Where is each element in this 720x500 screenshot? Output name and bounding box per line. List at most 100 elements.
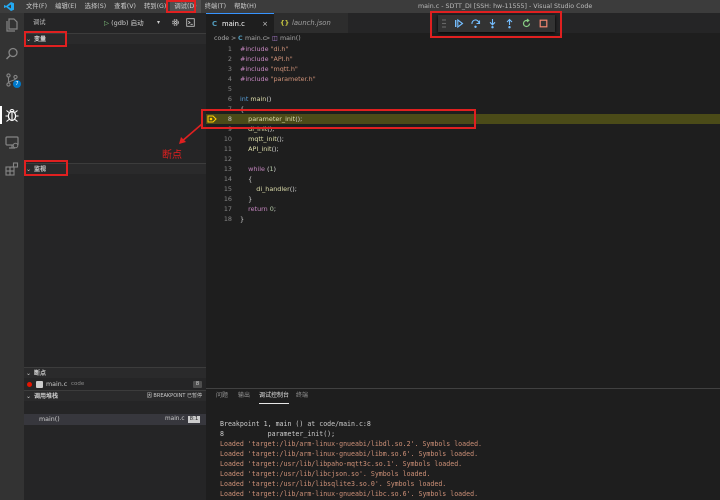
step-out-icon[interactable]: [504, 18, 515, 29]
breakpoints-section-header[interactable]: ⌄ 断点: [24, 367, 206, 378]
breadcrumb-file[interactable]: main.c: [245, 33, 266, 44]
call-stack-section-header[interactable]: ⌄ 调用堆栈 因 BREAKPOINT 已暂停: [24, 390, 206, 401]
explorer-icon[interactable]: [4, 17, 20, 33]
breakpoint-item[interactable]: main.c code 8: [24, 379, 206, 390]
step-into-icon[interactable]: [487, 18, 498, 29]
tab-problems[interactable]: 问题: [216, 389, 228, 403]
tab-label: launch.json: [292, 19, 331, 27]
console-line: Loaded 'target:/usr/lib/libcjson.so'. Sy…: [220, 470, 431, 478]
debug-toolbar: [438, 15, 555, 32]
call-stack-label: 调用堆栈: [34, 393, 59, 400]
start-debugging-button[interactable]: ▷ (gdb) 启动: [104, 13, 144, 33]
chevron-down-icon: ⌄: [26, 393, 32, 400]
vscode-logo-icon: [4, 2, 14, 11]
menu-bar: 文件(F) 编辑(E) 选择(S) 查看(V) 转到(G) 调试(D) 终端(T…: [22, 0, 260, 13]
code-editor[interactable]: 1 #include "di.h" 2 #include "API.h" 3 #inc…: [206, 44, 720, 379]
code-line: 11 API_init();: [223, 145, 279, 153]
activity-bar: 7: [0, 13, 24, 500]
breakpoint-file: main.c: [46, 381, 68, 388]
code-line: 1 #include "di.h": [227, 45, 289, 53]
code-line: 15 di_handler();: [223, 185, 297, 193]
console-line: Loaded 'target:/usr/lib/libpaho-mqtt3c.s…: [220, 460, 463, 468]
code-line: 13 while (1): [223, 165, 277, 173]
console-line: Loaded 'target:/usr/lib/libsqlite3.so.0'…: [220, 480, 447, 488]
menu-go[interactable]: 转到(G): [140, 0, 170, 13]
code-line: 4 #include "parameter.h": [227, 75, 316, 83]
chevron-down-icon: ⌄: [26, 36, 32, 43]
menu-debug[interactable]: 调试(D): [170, 0, 201, 13]
activity-active-indicator: [0, 106, 2, 124]
code-line: 9 di_init();: [227, 125, 275, 133]
code-line: 14 {: [223, 175, 253, 183]
breakpoint-line: 8: [193, 381, 202, 388]
variables-label: 变量: [34, 36, 47, 43]
code-line: 12: [223, 155, 232, 163]
console-line: Loaded 'target:/lib/arm-linux-gnueabi/li…: [220, 440, 483, 448]
code-line: 2 #include "API.h": [227, 55, 293, 63]
code-line: 5: [227, 85, 232, 93]
annotation-arrow-icon: [179, 123, 203, 144]
stack-frame-item[interactable]: main() main.c 8:1: [24, 414, 206, 425]
code-line: 7{: [227, 105, 245, 113]
tab-debug-console[interactable]: 调试控制台: [259, 389, 290, 404]
c-file-icon: C: [212, 20, 218, 28]
breakpoint-dir: code: [71, 381, 85, 387]
sidebar-title: 调试: [33, 19, 46, 26]
tab-terminal[interactable]: 终端: [296, 389, 308, 403]
close-icon[interactable]: ×: [262, 14, 268, 34]
breadcrumb-separator: >: [231, 35, 237, 42]
debug-icon[interactable]: [4, 107, 20, 123]
code-line: 17 return 0;: [223, 205, 276, 213]
menu-edit[interactable]: 编辑(E): [51, 0, 81, 13]
tab-main-c[interactable]: C main.c ×: [206, 13, 274, 33]
annotation-label: 断点: [162, 150, 182, 161]
c-file-icon: C: [238, 35, 243, 42]
search-icon[interactable]: [4, 46, 20, 62]
console-line: Loaded 'target:/lib/arm-linux-gnueabi/li…: [220, 450, 479, 458]
menu-help[interactable]: 帮助(H): [230, 0, 260, 13]
remote-explorer-icon[interactable]: [4, 134, 20, 150]
gear-icon[interactable]: [171, 18, 180, 27]
code-line: 16 }: [223, 195, 253, 203]
watch-label: 监视: [34, 166, 47, 173]
restart-icon[interactable]: [521, 18, 532, 29]
bottom-panel: 问题 输出 调试控制台 终端 Breakpoint 1, main () at …: [206, 388, 720, 500]
menu-terminal[interactable]: 终端(T): [201, 0, 230, 13]
debug-console-icon[interactable]: [186, 18, 195, 27]
console-line: Breakpoint 1, main () at code/main.c:8: [220, 420, 371, 428]
stack-frame-function: main(): [39, 416, 60, 423]
drag-handle-icon[interactable]: [442, 18, 446, 29]
panel-tab-bar: 问题 输出 调试控制台 终端: [206, 389, 720, 404]
run-config-label: (gdb) 启动: [111, 19, 144, 27]
paused-status: 因 BREAKPOINT 已暂停: [146, 393, 202, 399]
menu-view[interactable]: 查看(V): [110, 0, 140, 13]
tab-launch-json[interactable]: {} launch.json: [274, 13, 348, 33]
chevron-down-icon: ⌄: [26, 166, 32, 173]
continue-icon[interactable]: [453, 18, 464, 29]
stop-icon[interactable]: [538, 18, 549, 29]
breakpoints-label: 断点: [34, 370, 47, 377]
tab-output[interactable]: 输出: [238, 389, 250, 403]
stack-frame-line: 8:1: [188, 416, 200, 423]
current-code-line: 8 parameter_init();: [206, 114, 720, 124]
config-dropdown-chevron-icon[interactable]: ▾: [157, 13, 160, 33]
extensions-icon[interactable]: [4, 161, 20, 177]
menu-selection[interactable]: 选择(S): [81, 0, 111, 13]
chevron-down-icon: ⌄: [26, 370, 32, 377]
current-statement-arrow-icon: [207, 115, 217, 123]
breadcrumb-symbol[interactable]: main(): [280, 33, 301, 44]
breadcrumb-separator: >: [265, 35, 271, 42]
breakpoint-checkbox[interactable]: [36, 381, 43, 388]
symbol-method-icon: ◫: [272, 35, 278, 42]
watch-section-header[interactable]: ⌄ 监视: [24, 163, 206, 174]
console-line: 8 parameter_init();: [220, 430, 336, 438]
variables-section-header[interactable]: ⌄ 变量: [24, 33, 206, 44]
breadcrumb-folder[interactable]: code: [214, 33, 229, 44]
debug-sidebar-header: 调试 ▷ (gdb) 启动 ▾: [24, 13, 206, 33]
play-icon: ▷: [104, 19, 109, 27]
stack-frame-file: main.c: [165, 416, 185, 422]
step-over-icon[interactable]: [470, 18, 481, 29]
scm-badge: 7: [13, 80, 21, 88]
menu-file[interactable]: 文件(F): [22, 0, 51, 13]
code-line: 10 mqtt_init();: [223, 135, 284, 143]
